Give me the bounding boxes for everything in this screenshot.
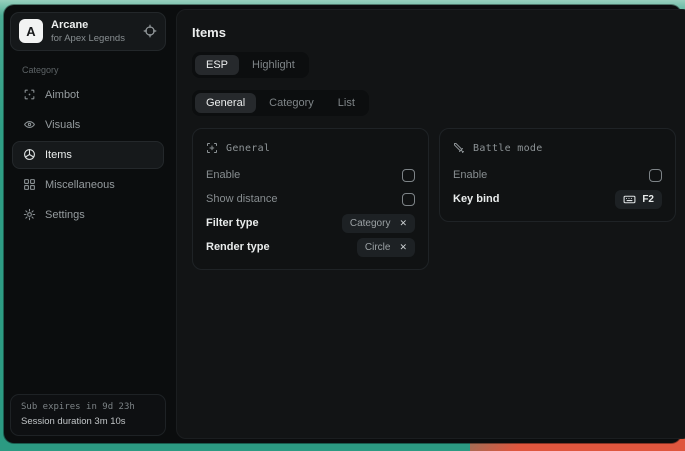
mode-tabs: ESP Highlight xyxy=(192,52,309,78)
setting-label: Enable xyxy=(206,169,240,181)
sphere-icon xyxy=(23,148,36,161)
setting-label: Render type xyxy=(206,241,270,253)
keyboard-icon xyxy=(623,193,636,206)
target-icon[interactable] xyxy=(143,24,157,38)
sidebar-nav: Aimbot Visuals Items xyxy=(10,81,166,231)
panels-row: General Enable Show distance Filter type… xyxy=(192,128,676,270)
setting-row-key-bind: Key bind F2 xyxy=(453,188,662,210)
sidebar-item-label: Miscellaneous xyxy=(45,179,115,191)
sidebar-item-label: Visuals xyxy=(45,119,80,131)
category-section-label: Category xyxy=(22,65,166,75)
sub-expires-text: Sub expires in 9d 23h xyxy=(21,402,155,412)
sidebar: A Arcane for Apex Legends Category xyxy=(4,5,172,443)
tab-list[interactable]: List xyxy=(327,93,366,113)
setting-label: Key bind xyxy=(453,193,499,205)
sidebar-item-label: Aimbot xyxy=(45,89,79,101)
setting-row-enable: Enable xyxy=(453,164,662,186)
scan-crosshair-icon xyxy=(206,142,218,154)
sidebar-spacer xyxy=(10,231,166,394)
grid-icon xyxy=(23,178,36,191)
eye-icon xyxy=(23,118,36,131)
select-value: Circle xyxy=(365,242,391,253)
setting-label: Enable xyxy=(453,169,487,181)
filter-type-select[interactable]: Category ✕ xyxy=(342,214,415,233)
subscription-card: Sub expires in 9d 23h Session duration 3… xyxy=(10,394,166,436)
battle-mode-panel: Battle mode Enable Key bind xyxy=(439,128,676,222)
enable-checkbox[interactable] xyxy=(402,169,415,182)
view-tabs: General Category List xyxy=(192,90,369,116)
setting-row-render-type: Render type Circle ✕ xyxy=(206,236,415,258)
panel-title: General xyxy=(226,143,270,154)
keybind-button[interactable]: F2 xyxy=(615,190,662,209)
crosshair-icon xyxy=(23,88,36,101)
clear-icon[interactable]: ✕ xyxy=(399,219,407,228)
session-duration-text: Session duration 3m 10s xyxy=(21,416,155,427)
sidebar-item-items[interactable]: Items xyxy=(12,141,164,169)
setting-row-filter-type: Filter type Category ✕ xyxy=(206,212,415,234)
app-subtitle: for Apex Legends xyxy=(51,33,125,44)
setting-label: Filter type xyxy=(206,217,259,229)
setting-row-show-distance: Show distance xyxy=(206,188,415,210)
sidebar-item-aimbot[interactable]: Aimbot xyxy=(12,81,164,109)
sidebar-item-miscellaneous[interactable]: Miscellaneous xyxy=(12,171,164,199)
general-panel-header: General xyxy=(206,140,415,156)
clear-icon[interactable]: ✕ xyxy=(399,243,407,252)
sword-icon xyxy=(453,142,465,154)
brand-card: A Arcane for Apex Legends xyxy=(10,12,166,51)
tab-category[interactable]: Category xyxy=(258,93,325,113)
keybind-value: F2 xyxy=(642,194,654,205)
sidebar-item-visuals[interactable]: Visuals xyxy=(12,111,164,139)
tab-esp[interactable]: ESP xyxy=(195,55,239,75)
setting-row-enable: Enable xyxy=(206,164,415,186)
battle-enable-checkbox[interactable] xyxy=(649,169,662,182)
brand-text: Arcane for Apex Legends xyxy=(51,19,125,44)
show-distance-checkbox[interactable] xyxy=(402,193,415,206)
sidebar-item-settings[interactable]: Settings xyxy=(12,201,164,229)
sidebar-item-label: Items xyxy=(45,149,72,161)
tab-general[interactable]: General xyxy=(195,93,256,113)
render-type-select[interactable]: Circle ✕ xyxy=(357,238,415,257)
general-panel: General Enable Show distance Filter type… xyxy=(192,128,429,270)
app-logo: A xyxy=(19,19,43,43)
sidebar-item-label: Settings xyxy=(45,209,85,221)
battle-mode-panel-header: Battle mode xyxy=(453,140,662,156)
tab-highlight[interactable]: Highlight xyxy=(241,55,306,75)
main-panel: Items ESP Highlight General Category Lis… xyxy=(176,9,685,439)
page-title: Items xyxy=(192,25,676,40)
app-window: A Arcane for Apex Legends Category xyxy=(4,5,681,443)
setting-label: Show distance xyxy=(206,193,278,205)
app-name: Arcane xyxy=(51,19,125,32)
select-value: Category xyxy=(350,218,391,229)
panel-title: Battle mode xyxy=(473,143,543,154)
gear-icon xyxy=(23,208,36,221)
